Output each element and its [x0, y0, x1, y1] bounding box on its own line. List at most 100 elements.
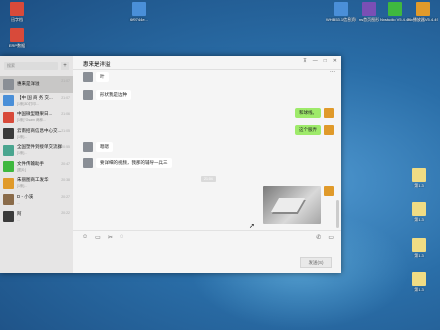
conversation-item[interactable]: 云南招商信息中心交... [1条]... 21:05 — [0, 126, 73, 143]
conversation-time: 21:07 — [61, 79, 70, 83]
desktop-icon[interactable]: 第1.3 — [404, 168, 434, 188]
search-input[interactable]: 搜索 — [4, 62, 58, 70]
conversation-item[interactable]: 全国塑件到接单交流群 [1条]... 20:55 — [0, 142, 73, 159]
add-chat-button[interactable]: + — [61, 62, 69, 70]
conversation-item[interactable]: 惠来是洋溢 21:07 — [0, 76, 73, 93]
chat-header: 惠来是洋溢 ⊼ — □ ✕ ... — [73, 56, 341, 74]
avatar — [3, 111, 14, 123]
desktop-icon-label: ERP数据 — [8, 43, 26, 48]
message-bubble[interactable]: 嗯嗯 — [96, 142, 113, 152]
emoji-icon[interactable]: ☺ — [82, 234, 88, 241]
chat-title: 惠来是洋溢 — [83, 62, 111, 68]
mouse-cursor-icon: ➚ — [249, 223, 255, 230]
app-icon — [362, 2, 376, 16]
image-message[interactable] — [263, 186, 321, 224]
video-call-icon[interactable]: ▭ — [328, 234, 334, 241]
avatar — [3, 210, 14, 222]
desktop-icon-label: Nxstudio V5.4.49.5... — [380, 17, 410, 22]
pin-icon[interactable]: ⊼ — [303, 58, 307, 64]
desktop-icon[interactable]: WHB53.1信息资料2018... — [326, 2, 356, 22]
input-area[interactable]: ☺ ▭ ✂ ◌ ✆ ▭ 发送(S) — [73, 230, 341, 273]
desktop-icon[interactable]: Nxstudio V5.4.49.5... — [380, 2, 410, 22]
message-row: 这个服弄 — [295, 125, 334, 135]
avatar — [3, 194, 14, 206]
conversation-item[interactable]: 中国微型糖果日... [1条]"Gsam 两种... 21:06 — [0, 109, 73, 126]
conversation-time: 20:27 — [61, 194, 70, 199]
message-bubble[interactable]: 和球线。 — [295, 108, 321, 118]
desktop-icon-label: Nx播放器V5.4.49.5... — [408, 17, 438, 22]
minimize-icon[interactable]: — — [313, 58, 318, 64]
desktop-icon[interactable]: 第1.3 — [404, 272, 434, 292]
maximize-icon[interactable]: □ — [324, 58, 327, 64]
avatar — [3, 177, 14, 189]
conversation-item[interactable]: 文件传输助手 [图片] 20:47 — [0, 159, 73, 176]
document-icon — [412, 168, 426, 182]
file-icon — [132, 2, 146, 16]
conversation-item[interactable]: D - 小溪 ... 20:27 — [0, 192, 73, 209]
window-controls: ⊼ — □ ✕ — [303, 58, 337, 64]
document-icon — [10, 28, 24, 42]
message-row: 嗯嗯 — [83, 142, 113, 152]
screenshot-icon[interactable]: ✂ — [108, 234, 113, 241]
message-row: 要详细的视频，我那的辅导一兵三 — [83, 158, 172, 168]
message-timestamp: 21:04 — [201, 176, 216, 182]
sidebar-header: 搜索 + — [0, 56, 73, 76]
conversation-preview: ... — [17, 217, 20, 222]
contact-avatar — [83, 158, 93, 168]
input-toolbar: ☺ ▭ ✂ ◌ — [82, 234, 123, 241]
message-bubble[interactable]: 形状我是边种 — [96, 90, 131, 100]
app-icon — [388, 2, 402, 16]
conversation-time: 21:06 — [61, 112, 70, 116]
message-list: 叶 形状我是边种 和球线。 这个服弄 嗯嗯 要详细的视频，我那的辅导一兵三 21… — [73, 70, 341, 230]
conversation-item[interactable]: 朱丽图商工发华 [1条]... 20:38 — [0, 175, 73, 192]
desktop-icon-label: 第1.3 — [414, 183, 424, 188]
conversation-preview: [图片] — [17, 167, 26, 172]
message-row: 叶 — [83, 72, 109, 82]
conversation-preview: [1条]"Gsam 两种... — [17, 118, 46, 123]
contact-avatar — [83, 72, 93, 82]
document-icon — [412, 202, 426, 216]
message-row — [263, 186, 334, 224]
desktop-icon-label: 第1.3 — [414, 253, 424, 258]
file-icon[interactable]: ▭ — [95, 234, 101, 241]
conversation-time: 20:47 — [61, 161, 70, 166]
contact-avatar — [83, 90, 93, 100]
desktop-icon-label: 第1.3 — [414, 217, 424, 222]
desktop-icon[interactable]: Nx播放器V5.4.49.5... — [408, 2, 438, 22]
chat-history-icon[interactable]: ◌ — [120, 234, 124, 241]
image-content — [270, 198, 306, 212]
conversation-item[interactable]: 阿 ... 20:22 — [0, 208, 73, 225]
conversation-preview: [1条]... — [17, 184, 28, 189]
desktop-icon-label: 6f9744e... — [130, 17, 148, 22]
message-row: 和球线。 — [295, 108, 334, 118]
folder-icon — [334, 2, 348, 16]
document-icon — [412, 272, 426, 286]
message-bubble[interactable]: 叶 — [96, 72, 109, 82]
conversation-preview: ... — [17, 201, 20, 206]
desktop-icon[interactable]: ERP数据 — [2, 28, 32, 48]
desktop-icon-label: 第1.3 — [414, 287, 424, 292]
conversation-preview: [1条]3D打印... — [17, 101, 39, 106]
voice-call-icon[interactable]: ✆ — [316, 234, 321, 241]
conversation-time: 21:05 — [61, 128, 70, 133]
avatar — [3, 128, 14, 140]
conversation-time: 21:07 — [61, 95, 70, 100]
wechat-window: 搜索 + 惠来是洋溢 21:07 【中 国 商 务 交... [1条]3D打印.… — [0, 56, 341, 273]
avatar — [3, 95, 14, 107]
desktop-icon[interactable]: 第1.3 — [404, 202, 434, 222]
desktop-icon[interactable]: 第1.3 — [404, 238, 434, 258]
desktop-icon-label: WHB53.1信息资料2018... — [326, 17, 356, 22]
chat-scrollbar[interactable] — [336, 200, 339, 228]
conversation-item[interactable]: 【中 国 商 务 交... [1条]3D打印... 21:07 — [0, 93, 73, 110]
desktop-icon[interactable]: 迅字档 — [2, 2, 32, 22]
contact-avatar — [83, 142, 93, 152]
avatar — [3, 144, 14, 156]
desktop-icon-label: 迅字档 — [11, 17, 23, 22]
close-icon[interactable]: ✕ — [333, 58, 337, 64]
message-bubble[interactable]: 要详细的视频，我那的辅导一兵三 — [96, 158, 172, 168]
send-button[interactable]: 发送(S) — [300, 257, 332, 268]
desktop-icon[interactable]: 6f9744e... — [124, 2, 154, 22]
conversation-preview: [1条]... — [17, 151, 28, 156]
my-avatar — [324, 108, 334, 118]
message-bubble[interactable]: 这个服弄 — [295, 125, 321, 135]
